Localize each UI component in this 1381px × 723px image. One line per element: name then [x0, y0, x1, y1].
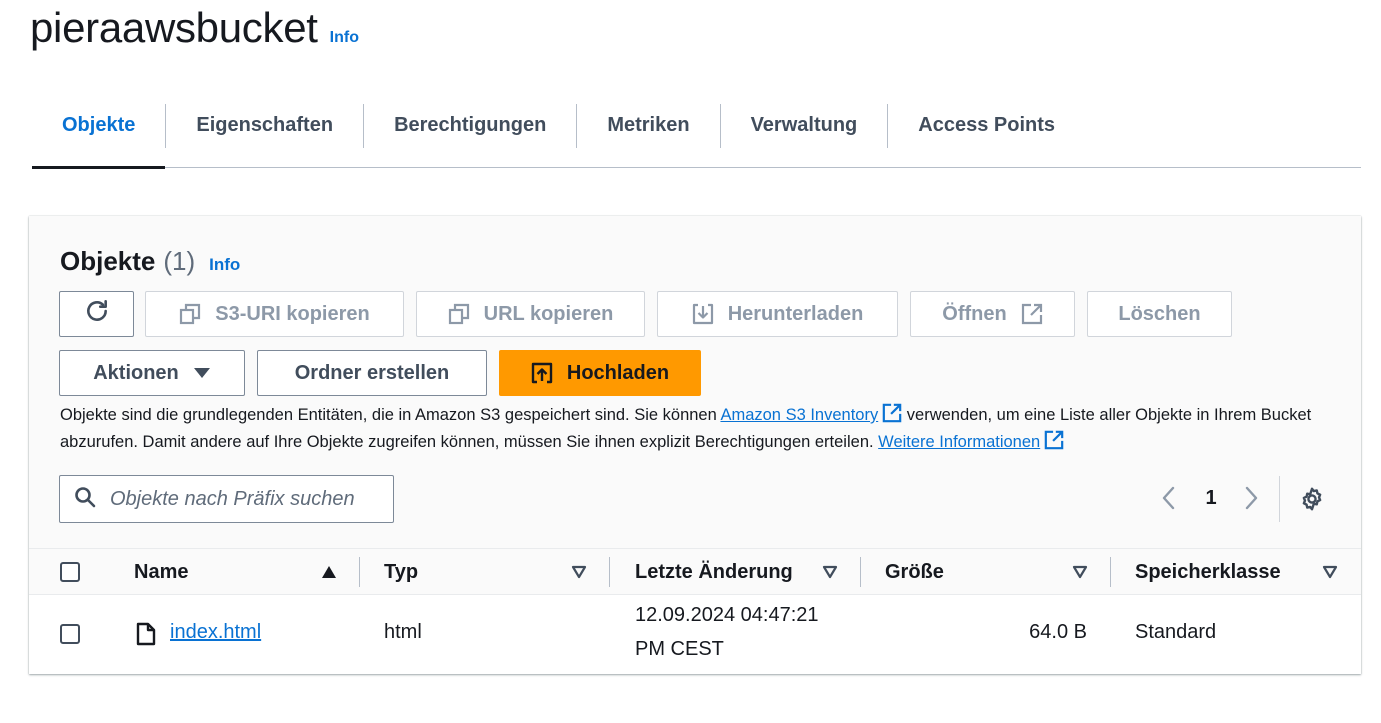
- tab-eigenschaften[interactable]: Eigenschaften: [166, 84, 363, 168]
- column-header-last-modified[interactable]: Letzte Änderung: [635, 549, 793, 595]
- objects-title: Objekte: [60, 246, 156, 276]
- column-divider: [1110, 557, 1111, 587]
- next-page-icon[interactable]: [1242, 485, 1260, 516]
- external-link-icon: [882, 403, 902, 430]
- column-divider: [359, 557, 360, 587]
- create-folder-button[interactable]: Ordner erstellen: [257, 350, 487, 396]
- download-label: Herunterladen: [727, 302, 864, 325]
- download-button[interactable]: Herunterladen: [657, 291, 898, 337]
- objects-info-link[interactable]: Info: [209, 255, 240, 275]
- object-name-link[interactable]: index.html: [170, 621, 261, 644]
- search-box: [59, 475, 394, 523]
- copy-s3-uri-button[interactable]: S3-URI kopieren: [145, 291, 404, 337]
- tab-label: Berechtigungen: [394, 114, 547, 136]
- tab-label: Objekte: [62, 114, 136, 136]
- copy-icon: [448, 303, 470, 325]
- bucket-tabs: Objekte Eigenschaften Berechtigungen Met…: [32, 84, 1361, 169]
- sort-ascending-icon[interactable]: [321, 565, 337, 584]
- object-storage-class: Standard: [1135, 621, 1217, 643]
- tab-berechtigungen[interactable]: Berechtigungen: [364, 84, 576, 168]
- refresh-button[interactable]: [59, 291, 134, 337]
- tab-label: Eigenschaften: [196, 114, 334, 136]
- copy-url-label: URL kopieren: [483, 302, 614, 325]
- open-button[interactable]: Öffnen: [910, 291, 1075, 337]
- sort-icon[interactable]: [1322, 565, 1338, 584]
- copy-s3-uri-label: S3-URI kopieren: [215, 302, 370, 325]
- table-header: Name Typ Letzte Änderung Größe Speicherk…: [29, 548, 1361, 595]
- delete-button[interactable]: Löschen: [1087, 291, 1232, 337]
- tab-objekte[interactable]: Objekte: [32, 84, 166, 169]
- tab-verwaltung[interactable]: Verwaltung: [721, 84, 888, 168]
- search-input[interactable]: [110, 487, 370, 511]
- objects-panel: Objekte (1) Info S3-URI kopieren URL kop…: [29, 216, 1361, 674]
- object-modified-date: 12.09.2024 04:47:21: [635, 604, 819, 626]
- page-header: pieraawsbucket Info: [30, 4, 359, 52]
- select-all-checkbox[interactable]: [60, 562, 80, 582]
- pagination-divider: [1279, 476, 1280, 522]
- column-header-name[interactable]: Name: [134, 549, 188, 595]
- description-text: Objekte sind die grundlegenden Entitäten…: [60, 406, 721, 424]
- page-title: pieraawsbucket: [30, 4, 318, 51]
- objects-count: (1): [163, 246, 196, 276]
- copy-url-button[interactable]: URL kopieren: [416, 291, 645, 337]
- s3-inventory-link-label: Amazon S3 Inventory: [720, 406, 879, 424]
- copy-icon: [179, 303, 201, 325]
- search-icon: [74, 486, 96, 513]
- column-divider: [609, 557, 610, 587]
- upload-icon: [531, 362, 553, 384]
- caret-down-icon: [193, 367, 211, 379]
- object-size: 64.0 B: [1029, 621, 1087, 643]
- page-info-link[interactable]: Info: [330, 29, 359, 47]
- tab-label: Metriken: [607, 114, 690, 136]
- sort-icon[interactable]: [822, 565, 838, 584]
- create-folder-label: Ordner erstellen: [294, 361, 450, 384]
- objects-heading: Objekte (1) Info: [60, 246, 240, 277]
- refresh-icon: [84, 298, 110, 330]
- actions-dropdown[interactable]: Aktionen: [59, 350, 245, 396]
- column-header-storage-class[interactable]: Speicherklasse: [1135, 549, 1281, 595]
- open-label: Öffnen: [942, 302, 1007, 325]
- page-number[interactable]: 1: [1205, 487, 1217, 510]
- gear-icon[interactable]: [1299, 486, 1325, 517]
- row-checkbox[interactable]: [60, 624, 80, 644]
- external-link-icon: [1044, 430, 1064, 457]
- sort-icon[interactable]: [571, 565, 587, 584]
- delete-label: Löschen: [1118, 302, 1201, 325]
- upload-label: Hochladen: [566, 361, 670, 384]
- tab-label: Access Points: [918, 114, 1055, 136]
- objects-description: Objekte sind die grundlegenden Entitäten…: [60, 403, 1330, 457]
- download-icon: [692, 303, 714, 325]
- object-type: html: [384, 621, 422, 643]
- previous-page-icon[interactable]: [1160, 485, 1178, 516]
- column-header-size[interactable]: Größe: [885, 549, 944, 595]
- tab-label: Verwaltung: [750, 114, 858, 136]
- upload-button[interactable]: Hochladen: [499, 350, 701, 396]
- actions-label: Aktionen: [93, 361, 179, 384]
- tab-access-points[interactable]: Access Points: [888, 84, 1085, 168]
- file-icon: [136, 622, 156, 651]
- tab-metriken[interactable]: Metriken: [577, 84, 719, 168]
- external-link-icon: [1021, 303, 1043, 325]
- s3-inventory-link[interactable]: Amazon S3 Inventory: [720, 406, 878, 424]
- object-modified-zone: PM CEST: [635, 638, 724, 660]
- more-info-link[interactable]: Weitere Informationen: [878, 433, 1040, 451]
- column-divider: [860, 557, 861, 587]
- sort-icon[interactable]: [1072, 565, 1088, 584]
- column-header-type[interactable]: Typ: [384, 549, 418, 595]
- table-row[interactable]: index.html html 12.09.2024 04:47:21 PM C…: [29, 595, 1361, 674]
- more-info-link-label: Weitere Informationen: [878, 433, 1041, 451]
